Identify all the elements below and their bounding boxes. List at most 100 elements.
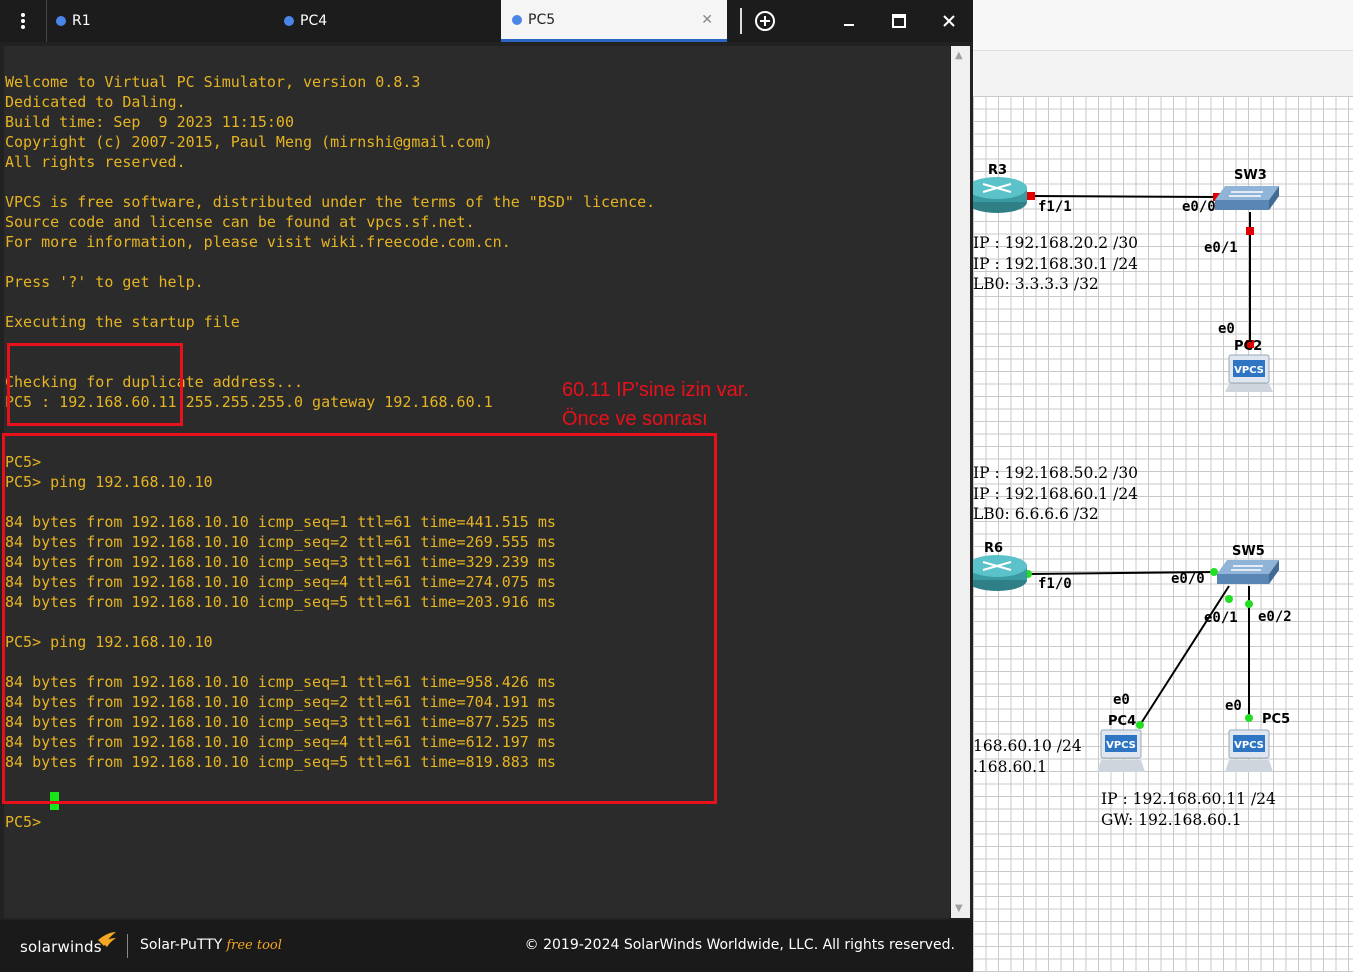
new-tab-button[interactable] — [752, 0, 778, 42]
maximize-icon — [892, 14, 906, 28]
menu-button[interactable] — [0, 0, 47, 42]
annotation-line-1: 60.11 IP'sine izin var. — [562, 379, 749, 401]
router-r3-icon — [973, 177, 1027, 213]
note-r6-lb0: LB0: 6.6.6.6 /32 — [973, 505, 1099, 523]
note-pc5-gw: GW: 192.168.60.1 — [1101, 811, 1242, 829]
product-label: Solar-PuTTY — [140, 937, 223, 953]
port-label: e0/1 — [1204, 610, 1238, 626]
link-r3-sw3 — [1030, 195, 1217, 198]
tab-label: R1 — [72, 13, 91, 29]
scroll-down-icon[interactable]: ▼ — [955, 903, 963, 914]
port-label: f1/0 — [1038, 576, 1072, 592]
node-label-r6: R6 — [984, 541, 1003, 556]
tab-bar: R1 PC4 PC5 ✕ — [0, 0, 973, 42]
free-tool-label: free tool — [226, 938, 282, 953]
note-r6-ip2: IP : 192.168.60.1 /24 — [973, 485, 1138, 503]
switch-sw5-icon — [1217, 560, 1279, 584]
minimize-button[interactable] — [834, 0, 864, 42]
highlight-box-ip — [7, 343, 183, 426]
port-label: e0/2 — [1258, 609, 1292, 625]
copyright-text: © 2019-2024 SolarWinds Worldwide, LLC. A… — [524, 937, 955, 953]
vpcs-pc5-icon: VPCS — [1225, 729, 1273, 772]
terminal-line: PC5> — [5, 813, 42, 831]
vpcs-pc4-icon: VPCS — [1097, 729, 1145, 772]
note-r3-ip1: IP : 192.168.20.2 /30 — [973, 234, 1138, 252]
terminal-line: All rights reserved. — [5, 153, 186, 171]
session-dot-icon — [284, 16, 294, 26]
terminal-line: Dedicated to Daling. — [5, 93, 186, 111]
terminal-line: Press '?' to get help. — [5, 273, 204, 291]
annotation-line-2: Önce ve sonrası — [562, 408, 708, 430]
highlight-box-ping — [2, 433, 717, 804]
tab-r1[interactable]: R1 — [56, 0, 91, 42]
node-label-sw5: SW5 — [1232, 544, 1265, 559]
status-up-icon — [1136, 721, 1144, 729]
status-down-icon — [1246, 227, 1254, 235]
terminal-line: VPCS is free software, distributed under… — [5, 193, 656, 211]
session-dot-icon — [56, 16, 66, 26]
svg-text:VPCS: VPCS — [1234, 365, 1264, 376]
port-label: e0 — [1218, 321, 1235, 337]
svg-text:VPCS: VPCS — [1106, 740, 1136, 751]
note-r6-ip1: IP : 192.168.50.2 /30 — [973, 464, 1138, 482]
port-label: e0/0 — [1182, 199, 1216, 215]
tab-separator — [740, 8, 742, 34]
note-r3-lb0: LB0: 3.3.3.3 /32 — [973, 275, 1099, 293]
minimize-icon — [844, 24, 854, 26]
tab-pc5[interactable]: PC5 ✕ — [501, 0, 727, 42]
vpcs-pc2-icon: VPCS — [1225, 354, 1273, 392]
status-up-icon — [1245, 714, 1253, 722]
note-pc4-ip: 168.60.10 /24 — [973, 737, 1082, 755]
node-label-sw3: SW3 — [1234, 168, 1267, 183]
kebab-menu-icon — [21, 13, 25, 29]
tab-pc4[interactable]: PC4 — [284, 0, 327, 42]
svg-text:VPCS: VPCS — [1234, 740, 1264, 751]
terminal-line: Copyright (c) 2007-2015, Paul Meng (mirn… — [5, 133, 493, 151]
node-label-pc2: PC2 — [1234, 339, 1262, 354]
terminal-line: Executing the startup file — [5, 313, 240, 331]
port-label: e0/1 — [1204, 240, 1238, 256]
port-label: e0 — [1113, 692, 1130, 708]
note-pc4-gw: .168.60.1 — [973, 758, 1047, 776]
port-label: f1/1 — [1038, 199, 1072, 215]
status-up-icon — [1225, 595, 1233, 603]
scroll-up-icon[interactable]: ▲ — [955, 50, 963, 61]
footer-separator — [127, 934, 128, 958]
terminal-line: For more information, please visit wiki.… — [5, 233, 511, 251]
solarwinds-flame-icon — [98, 932, 116, 947]
maximize-button[interactable] — [884, 0, 914, 42]
status-up-icon — [1210, 568, 1218, 576]
status-down-icon — [1027, 192, 1035, 200]
port-label: e0/0 — [1171, 571, 1205, 587]
terminal-line: Welcome to Virtual PC Simulator, version… — [5, 73, 421, 91]
node-label-pc5: PC5 — [1262, 712, 1290, 727]
terminal-line: Build time: Sep 9 2023 11:15:00 — [5, 113, 294, 131]
footer-bar: solarwinds Solar-PuTTY free tool © 2019-2… — [0, 920, 973, 972]
node-label-r3: R3 — [988, 163, 1007, 178]
node-label-pc4: PC4 — [1108, 714, 1136, 729]
link-sw5-pc4 — [1139, 585, 1230, 726]
solar-putty-window: R1 PC4 PC5 ✕ Welcome to Virtual PC Simul… — [0, 0, 973, 972]
gns3-canvas[interactable]: VPCS VPCS VPCS R3 SW3 PC2 R6 SW5 PC4 PC5… — [973, 0, 1353, 972]
tab-label: PC5 — [528, 11, 556, 28]
status-up-icon — [1245, 600, 1253, 608]
solarwinds-logo: solarwinds — [20, 938, 102, 956]
terminal-scrollbar[interactable]: ▲ ▼ — [951, 46, 970, 918]
port-label: e0 — [1225, 698, 1242, 714]
note-pc5-ip: IP : 192.168.60.11 /24 — [1101, 790, 1276, 808]
topology-diagram[interactable]: VPCS VPCS VPCS R3 SW3 PC2 R6 SW5 PC4 PC5… — [973, 0, 1353, 972]
terminal-line: Source code and license can be found at … — [5, 213, 475, 231]
annotation-text: 60.11 IP'sine izin var. Önce ve sonrası — [562, 376, 749, 434]
router-r6-icon — [973, 555, 1027, 591]
switch-sw3-icon — [1215, 186, 1279, 210]
tab-label: PC4 — [300, 13, 328, 29]
close-icon — [943, 15, 955, 27]
close-window-button[interactable] — [934, 0, 964, 42]
close-tab-icon[interactable]: ✕ — [701, 12, 713, 28]
product-name: Solar-PuTTY free tool — [140, 937, 282, 953]
plus-circle-icon — [755, 11, 775, 31]
note-r3-ip2: IP : 192.168.30.1 /24 — [973, 255, 1138, 273]
